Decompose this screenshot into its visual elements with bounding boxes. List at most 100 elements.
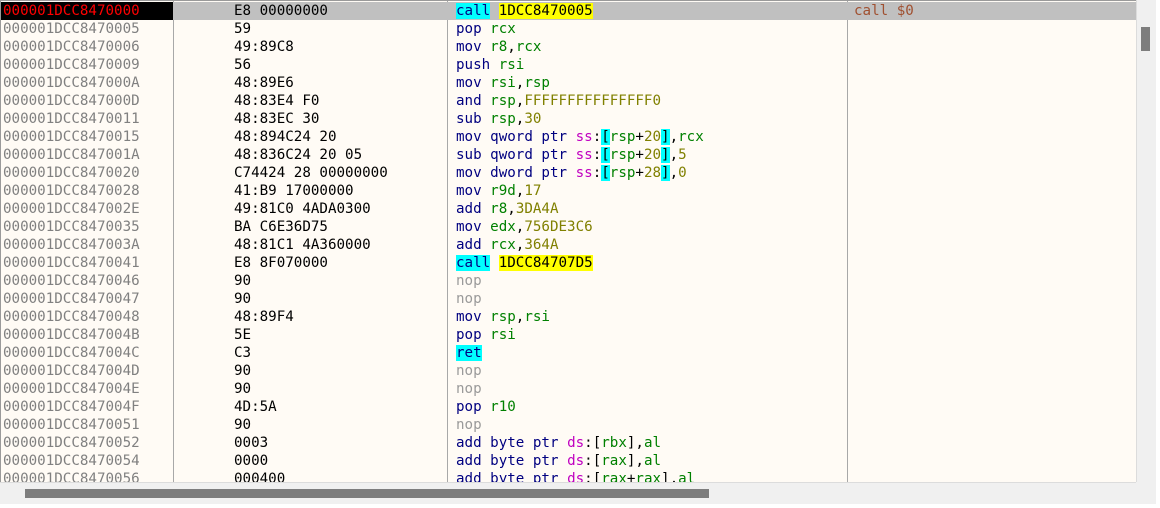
disassembly-cell[interactable]: nop (456, 362, 482, 380)
instruction-row[interactable]: 000001DCC8470035 BA C6E36D75 mov edx,756DE… (1, 218, 1136, 236)
address-cell[interactable]: 000001DCC8470009 (3, 56, 171, 74)
address-cell[interactable]: 000001DCC8470006 (3, 38, 171, 56)
address-cell[interactable]: 000001DCC847004D (3, 362, 171, 380)
disassembly-cell[interactable]: pop rcx (456, 20, 516, 38)
instruction-row[interactable]: 000001DCC847001A 48:836C24 20 05 sub qword… (1, 146, 1136, 164)
instruction-row[interactable]: 000001DCC847004E 90 nop (1, 380, 1136, 398)
address-cell[interactable]: 000001DCC8470020 (3, 164, 171, 182)
disassembly-cell[interactable]: call 1DCC8470005 (456, 2, 593, 20)
address-cell[interactable]: 000001DCC8470052 (3, 434, 171, 452)
vertical-scroll-thumb[interactable] (1141, 27, 1150, 51)
address-cell[interactable]: 000001DCC847004F (3, 398, 171, 416)
disassembly-cell[interactable]: mov rsp,rsi (456, 308, 550, 326)
instruction-row[interactable]: 000001DCC8470020 C74424 28 00000000 mov dw… (1, 164, 1136, 182)
address-cell[interactable]: 000001DCC8470028 (3, 182, 171, 200)
address-cell[interactable]: 000001DCC847002E (3, 200, 171, 218)
instruction-row[interactable]: 000001DCC847004F 4D:5A pop r10 (1, 398, 1136, 416)
address-cell[interactable]: 000001DCC847004C (3, 344, 171, 362)
disassembly-cell[interactable]: add byte ptr ds:[rax+rax],al (456, 470, 695, 482)
address-cell[interactable]: 000001DCC8470054 (3, 452, 171, 470)
bytes-cell[interactable]: C74424 28 00000000 (234, 164, 388, 182)
bytes-cell[interactable]: 48:836C24 20 05 (234, 146, 362, 164)
disassembly-cell[interactable]: add byte ptr ds:[rax],al (456, 452, 661, 470)
bytes-cell[interactable]: 90 (234, 362, 251, 380)
instruction-row[interactable]: 000001DCC8470011 48:83EC 30 sub rsp,30 (1, 110, 1136, 128)
horizontal-scroll-thumb[interactable] (25, 489, 709, 498)
disassembly-cell[interactable]: nop (456, 416, 482, 434)
instruction-row[interactable]: 000001DCC847000A 48:89E6 mov rsi,rsp (1, 74, 1136, 92)
bytes-cell[interactable]: 48:83EC 30 (234, 110, 319, 128)
disassembly-cell[interactable]: mov qword ptr ss:[rsp+20],rcx (456, 128, 704, 146)
instruction-row[interactable]: 000001DCC8470015 48:894C24 20 mov qword pt… (1, 128, 1136, 146)
disassembly-cell[interactable]: mov rsi,rsp (456, 74, 550, 92)
instruction-row[interactable]: 000001DCC8470028 41:B9 17000000 mov r9d,17 (1, 182, 1136, 200)
disassembly-cell[interactable]: pop r10 (456, 398, 516, 416)
instruction-row[interactable]: 000001DCC847004D 90 nop (1, 362, 1136, 380)
instruction-row[interactable]: 000001DCC847004C C3 ret (1, 344, 1136, 362)
instruction-row[interactable]: 000001DCC8470006 49:89C8 mov r8,rcx (1, 38, 1136, 56)
address-cell[interactable]: 000001DCC8470051 (3, 416, 171, 434)
disassembly-cell[interactable]: pop rsi (456, 326, 516, 344)
disassembly-cell[interactable]: ret (456, 344, 482, 362)
bytes-cell[interactable]: 41:B9 17000000 (234, 182, 354, 200)
bytes-cell[interactable]: 48:894C24 20 (234, 128, 337, 146)
instruction-row[interactable]: 000001DCC847003A 48:81C1 4A360000 add rcx,… (1, 236, 1136, 254)
instruction-row[interactable]: 000001DCC8470047 90 nop (1, 290, 1136, 308)
address-cell[interactable]: 000001DCC8470015 (3, 128, 171, 146)
address-cell[interactable]: 000001DCC8470048 (3, 308, 171, 326)
disassembly-cell[interactable]: sub rsp,30 (456, 110, 541, 128)
address-cell[interactable]: 000001DCC8470047 (3, 290, 171, 308)
address-cell[interactable]: 000001DCC8470005 (3, 20, 171, 38)
instruction-row[interactable]: 000001DCC8470005 59 pop rcx (1, 20, 1136, 38)
disassembly-cell[interactable]: add rcx,364A (456, 236, 559, 254)
disassembly-cell[interactable]: add r8,3DA4A (456, 200, 559, 218)
address-cell[interactable]: 000001DCC8470000 (1, 2, 173, 20)
address-cell[interactable]: 000001DCC847004E (3, 380, 171, 398)
bytes-cell[interactable]: 49:89C8 (234, 38, 294, 56)
disassembly-view[interactable]: 000001DCC8470000 E8 00000000 call 1DCC8470… (0, 0, 1136, 482)
bytes-cell[interactable]: 90 (234, 290, 251, 308)
disassembly-cell[interactable]: mov r9d,17 (456, 182, 541, 200)
bytes-cell[interactable]: BA C6E36D75 (234, 218, 328, 236)
disassembly-cell[interactable]: push rsi (456, 56, 524, 74)
bytes-cell[interactable]: 56 (234, 56, 251, 74)
instruction-row[interactable]: 000001DCC8470056 000400 add byte ptr ds:[r… (1, 470, 1136, 482)
disassembly-cell[interactable]: mov r8,rcx (456, 38, 541, 56)
bytes-cell[interactable]: 90 (234, 380, 251, 398)
disassembly-cell[interactable]: nop (456, 380, 482, 398)
horizontal-scrollbar[interactable] (0, 482, 1136, 504)
address-cell[interactable]: 000001DCC847000A (3, 74, 171, 92)
bytes-cell[interactable]: 5E (234, 326, 251, 344)
instruction-row[interactable]: 000001DCC8470046 90 nop (1, 272, 1136, 290)
disassembly-cell[interactable]: mov dword ptr ss:[rsp+28],0 (456, 164, 687, 182)
bytes-cell[interactable]: 49:81C0 4ADA0300 (234, 200, 371, 218)
bytes-cell[interactable]: 4D:5A (234, 398, 277, 416)
disassembly-cell[interactable]: call 1DCC84707D5 (456, 254, 593, 272)
address-cell[interactable]: 000001DCC847003A (3, 236, 171, 254)
disassembly-cell[interactable]: add byte ptr ds:[rbx],al (456, 434, 661, 452)
address-cell[interactable]: 000001DCC847000D (3, 92, 171, 110)
address-cell[interactable]: 000001DCC8470035 (3, 218, 171, 236)
bytes-cell[interactable]: 0003 (234, 434, 268, 452)
instruction-row[interactable]: 000001DCC847002E 49:81C0 4ADA0300 add r8,3… (1, 200, 1136, 218)
bytes-cell[interactable]: 90 (234, 416, 251, 434)
address-cell[interactable]: 000001DCC8470041 (3, 254, 171, 272)
instruction-row[interactable]: 000001DCC847000D 48:83E4 F0 and rsp,FFFFFF… (1, 92, 1136, 110)
disassembly-cell[interactable]: and rsp,FFFFFFFFFFFFFFF0 (456, 92, 661, 110)
bytes-cell[interactable]: E8 00000000 (234, 2, 328, 20)
instruction-row[interactable]: 000001DCC8470048 48:89F4 mov rsp,rsi (1, 308, 1136, 326)
instruction-row[interactable]: 000001DCC8470009 56 push rsi (1, 56, 1136, 74)
instruction-row[interactable]: 000001DCC8470054 0000 add byte ptr ds:[rax… (1, 452, 1136, 470)
disassembly-cell[interactable]: nop (456, 290, 482, 308)
instruction-row[interactable]: 000001DCC8470041 E8 8F070000 call 1DCC8470… (1, 254, 1136, 272)
disassembly-cell[interactable]: nop (456, 272, 482, 290)
address-cell[interactable]: 000001DCC847001A (3, 146, 171, 164)
address-cell[interactable]: 000001DCC8470011 (3, 110, 171, 128)
bytes-cell[interactable]: 48:89E6 (234, 74, 294, 92)
address-cell[interactable]: 000001DCC8470046 (3, 272, 171, 290)
bytes-cell[interactable]: C3 (234, 344, 251, 362)
vertical-scrollbar[interactable] (1136, 0, 1156, 482)
bytes-cell[interactable]: E8 8F070000 (234, 254, 328, 272)
address-cell[interactable]: 000001DCC847004B (3, 326, 171, 344)
bytes-cell[interactable]: 90 (234, 272, 251, 290)
